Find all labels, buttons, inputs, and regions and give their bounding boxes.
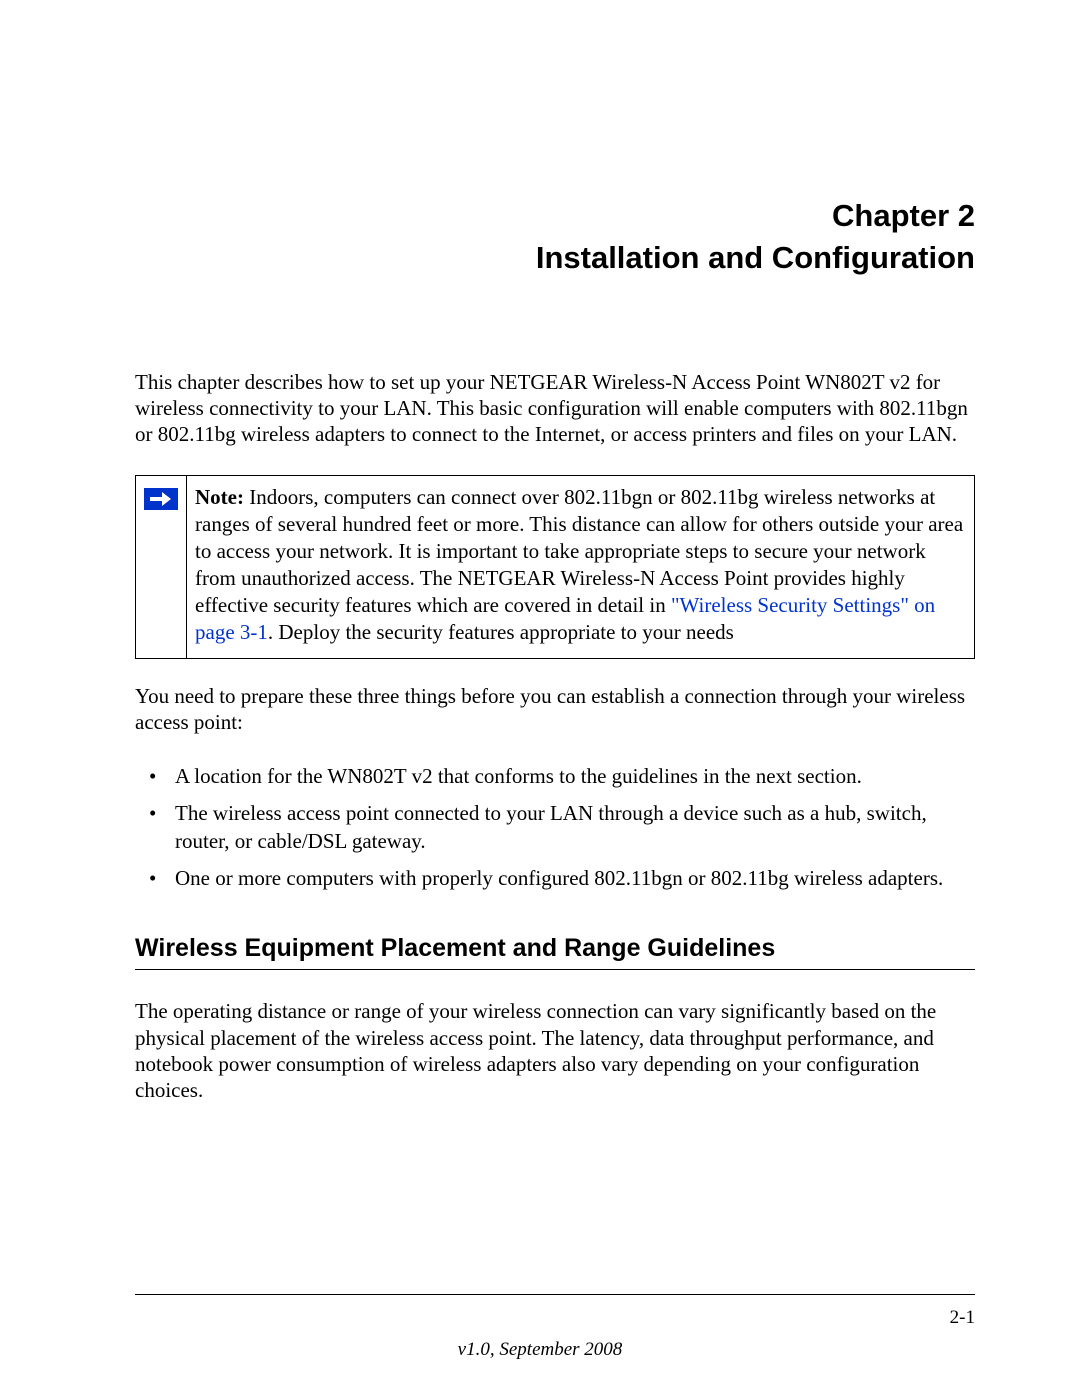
- section-paragraph: The operating distance or range of your …: [135, 998, 975, 1103]
- prep-paragraph: You need to prepare these three things b…: [135, 683, 975, 736]
- page-number: 2-1: [950, 1307, 975, 1329]
- arrow-right-icon: [144, 488, 178, 510]
- section-heading: Wireless Equipment Placement and Range G…: [135, 934, 975, 963]
- preparation-list: A location for the WN802T v2 that confor…: [135, 763, 975, 892]
- list-item: One or more computers with properly conf…: [135, 865, 975, 892]
- note-row: Note: Indoors, computers can connect ove…: [136, 476, 974, 657]
- intro-paragraph: This chapter describes how to set up you…: [135, 369, 975, 448]
- chapter-heading: Chapter 2 Installation and Configuration: [135, 195, 975, 279]
- chapter-title: Installation and Configuration: [536, 240, 975, 275]
- note-box: Note: Indoors, computers can connect ove…: [135, 475, 975, 658]
- section-rule: [135, 969, 975, 970]
- note-label: Note:: [195, 485, 244, 509]
- note-text: Note: Indoors, computers can connect ove…: [187, 476, 974, 657]
- note-icon-cell: [136, 476, 187, 657]
- document-page: Chapter 2 Installation and Configuration…: [0, 0, 1080, 1397]
- version-line: v1.0, September 2008: [0, 1339, 1080, 1361]
- list-item: A location for the WN802T v2 that confor…: [135, 763, 975, 790]
- note-body-after-link: . Deploy the security features appropria…: [268, 620, 734, 644]
- footer-rule: [135, 1294, 975, 1295]
- list-item: The wireless access point connected to y…: [135, 800, 975, 855]
- chapter-number: Chapter 2: [832, 198, 975, 233]
